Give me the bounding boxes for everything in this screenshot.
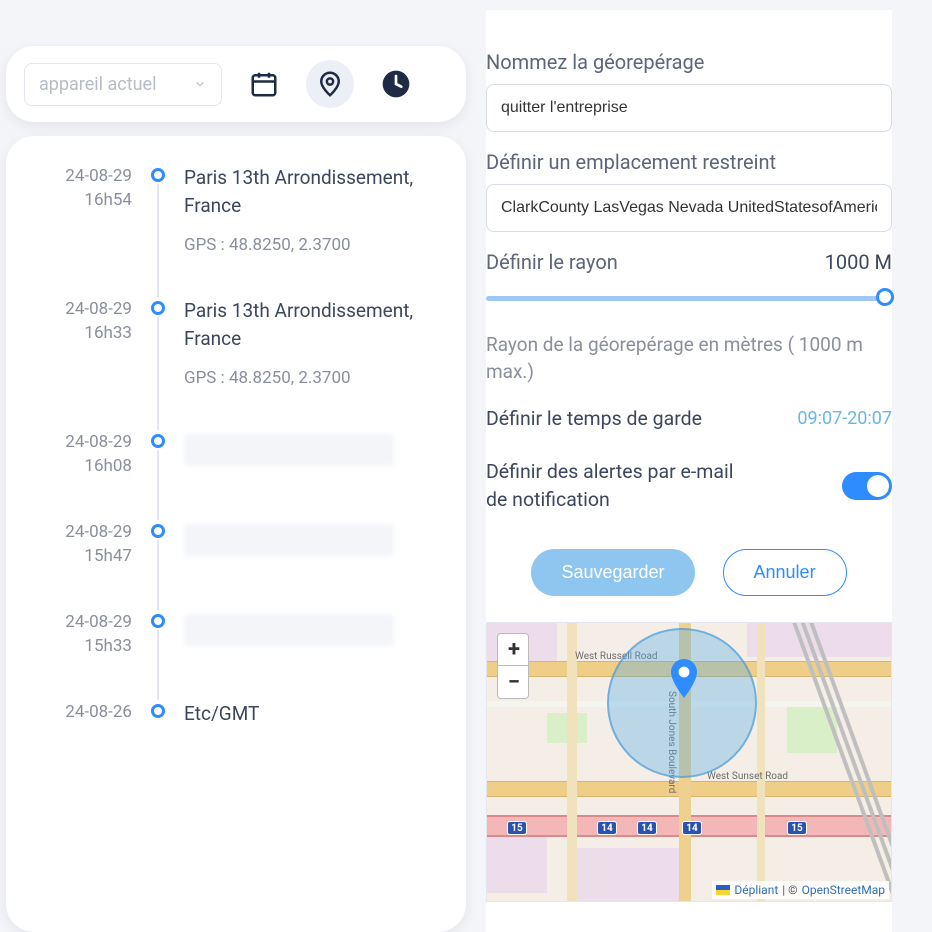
hwy-shield: 14 [637,821,657,835]
device-select-label: appareil actuel [39,74,156,95]
hwy-shield: 14 [682,821,702,835]
chevron-down-icon [193,77,207,91]
hwy-shield: 14 [597,821,617,835]
cancel-button[interactable]: Annuler [723,549,847,596]
history-row[interactable]: 24-08-29 16h54 Paris 13th Arrondissement… [36,164,436,297]
calendar-button[interactable] [240,60,288,108]
map-attribution: Dépliant | © OpenStreetMap [712,881,889,899]
history-row[interactable]: 24-08-29 16h33 Paris 13th Arrondissement… [36,297,436,430]
history-time: 24-08-29 15h33 [36,610,132,700]
alerts-label: Définir des alertes par e-mail de notifi… [486,458,756,513]
location-pin-button[interactable] [306,60,354,108]
history-gps: GPS : 48.8250, 2.3700 [184,235,436,255]
history-row[interactable]: 24-08-26 Etc/GMT [36,700,436,770]
timeline-dot-icon [151,434,165,448]
radius-slider[interactable] [486,288,892,308]
calendar-icon [249,69,279,99]
history-time: 24-08-29 16h08 [36,430,132,520]
history-row[interactable]: 24-08-29 15h33 [36,610,436,700]
location-input[interactable] [486,184,892,232]
geofence-name-label: Nommez la géorepérage [486,50,892,74]
location-label: Définir un emplacement restreint [486,150,892,174]
map-pin-icon[interactable] [671,659,697,698]
leaflet-link[interactable]: Dépliant [734,883,778,897]
radius-label: Définir le rayon [486,250,618,274]
ukraine-flag-icon [716,885,730,895]
history-time: 24-08-29 15h47 [36,520,132,610]
slider-thumb-icon[interactable] [876,288,894,306]
history-list: 24-08-29 16h54 Paris 13th Arrondissement… [6,136,466,932]
radius-value: 1000 M [825,250,892,274]
road-label: West Sunset Road [707,771,788,782]
clock-icon [380,68,412,100]
history-location: Paris 13th Arrondissement, France [184,164,436,219]
zoom-out-button[interactable]: − [498,666,529,698]
redacted-content [184,614,394,646]
timeline-dot-icon [151,614,165,628]
timeline-dot-icon [151,168,165,182]
radius-hint: Rayon de la géorepérage en mètres ( 1000… [486,332,892,385]
geofence-form: Nommez la géorepérage Définir un emplace… [486,10,892,932]
history-row[interactable]: 24-08-29 16h08 [36,430,436,520]
hwy-shield: 15 [787,821,807,835]
history-time: 24-08-26 [36,700,132,770]
location-pin-icon [315,69,345,99]
guard-time-value[interactable]: 09:07-20:07 [797,408,892,429]
hwy-shield: 15 [507,821,527,835]
history-row[interactable]: 24-08-29 15h47 [36,520,436,610]
timeline-dot-icon [151,524,165,538]
history-location: Paris 13th Arrondissement, France [184,297,436,352]
timeline-dot-icon [151,301,165,315]
timeline-dot-icon [151,704,165,718]
history-toolbar: appareil actuel [6,46,466,122]
history-time: 24-08-29 16h33 [36,297,132,430]
history-time: 24-08-29 16h54 [36,164,132,297]
osm-link[interactable]: OpenStreetMap [802,883,885,897]
alerts-toggle[interactable] [842,472,892,500]
device-select[interactable]: appareil actuel [24,63,222,106]
map[interactable]: West Russell Road West Sunset Road South… [486,622,892,902]
geofence-circle [607,628,757,778]
redacted-content [184,434,394,466]
history-location: Etc/GMT [184,700,436,728]
geofence-name-input[interactable] [486,84,892,132]
clock-button[interactable] [372,60,420,108]
zoom-control: + − [497,633,529,699]
save-button[interactable]: Sauvegarder [531,549,694,596]
zoom-in-button[interactable]: + [498,634,529,666]
guard-time-label: Définir le temps de garde [486,405,702,432]
redacted-content [184,524,394,556]
history-gps: GPS : 48.8250, 2.3700 [184,368,436,388]
